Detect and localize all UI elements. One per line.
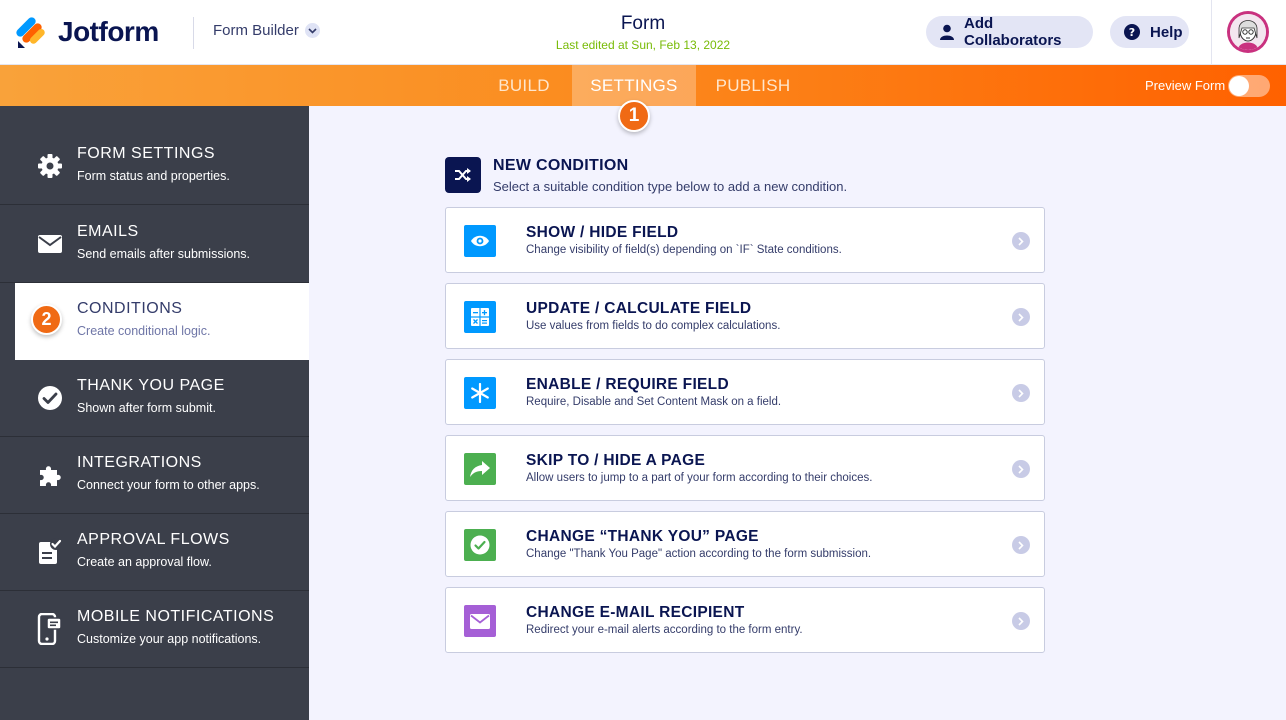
card-title: SKIP TO / HIDE A PAGE <box>526 452 706 469</box>
form-title[interactable]: Form <box>543 13 743 35</box>
asterisk-icon <box>464 377 496 409</box>
share-arrow-icon <box>464 453 496 485</box>
condition-card-enable-require-field[interactable]: ENABLE / REQUIRE FIELD Require, Disable … <box>445 359 1045 425</box>
shuffle-icon <box>445 157 481 193</box>
sidebar-item-subtitle: Customize your app notifications. <box>77 632 262 646</box>
chevron-right-icon <box>1012 384 1030 402</box>
card-subtitle: Change "Thank You Page" action according… <box>526 548 872 560</box>
puzzle-icon <box>36 461 64 489</box>
sidebar-item-title: MOBILE NOTIFICATIONS <box>77 608 275 625</box>
card-subtitle: Require, Disable and Set Content Mask on… <box>526 396 782 408</box>
form-builder-label: Form Builder <box>213 22 299 39</box>
sidebar-item-title: THANK YOU PAGE <box>77 377 225 394</box>
sidebar-item-approval-flows[interactable]: APPROVAL FLOWS Create an approval flow. <box>0 514 309 591</box>
card-title: UPDATE / CALCULATE FIELD <box>526 300 752 317</box>
header-divider <box>193 17 194 49</box>
sidebar-item-subtitle: Connect your form to other apps. <box>77 478 260 492</box>
add-collaborators-label: Add Collaborators <box>964 15 1062 49</box>
check-circle-icon <box>464 529 496 561</box>
sidebar-item-form-settings[interactable]: FORM SETTINGS Form status and properties… <box>0 128 309 205</box>
condition-card-skip-to-hide-page[interactable]: SKIP TO / HIDE A PAGE Allow users to jum… <box>445 435 1045 501</box>
svg-text:?: ? <box>1129 26 1135 39</box>
jotform-logo[interactable]: Jotform <box>16 16 159 48</box>
settings-sidebar: FORM SETTINGS Form status and properties… <box>0 106 309 720</box>
chevron-right-icon <box>1012 460 1030 478</box>
top-bar: Jotform Form Builder Form Last edited at… <box>0 0 1286 65</box>
chevron-down-icon <box>304 23 320 38</box>
avatar-image <box>1230 14 1266 50</box>
card-title: CHANGE E-MAIL RECIPIENT <box>526 604 745 621</box>
sidebar-item-title: EMAILS <box>77 223 139 240</box>
sidebar-item-title: FORM SETTINGS <box>77 145 216 162</box>
last-edited-text: Last edited at Sun, Feb 13, 2022 <box>555 38 731 52</box>
sidebar-item-thank-you-page[interactable]: THANK YOU PAGE Shown after form submit. <box>0 360 309 437</box>
step-badge-1: 1 <box>618 100 650 132</box>
tab-build[interactable]: BUILD <box>484 65 564 106</box>
card-subtitle: Redirect your e-mail alerts according to… <box>526 624 803 636</box>
chevron-right-icon <box>1012 612 1030 630</box>
form-builder-dropdown[interactable]: Form Builder <box>213 22 320 39</box>
check-circle-icon <box>36 384 64 412</box>
chevron-right-icon <box>1012 308 1030 326</box>
sidebar-item-title: APPROVAL FLOWS <box>77 531 230 548</box>
sidebar-item-title: CONDITIONS <box>77 300 183 317</box>
builder-nav-bar: BUILD SETTINGS PUBLISH Preview Form <box>0 65 1286 106</box>
toggle-knob <box>1229 76 1249 96</box>
sidebar-item-title: INTEGRATIONS <box>77 454 202 471</box>
sidebar-item-subtitle: Create an approval flow. <box>77 555 212 569</box>
step-badge-2: 2 <box>31 304 62 335</box>
card-subtitle: Change visibility of field(s) depending … <box>526 244 842 256</box>
sidebar-item-subtitle: Form status and properties. <box>77 169 230 183</box>
sidebar-item-subtitle: Shown after form submit. <box>77 401 216 415</box>
header-divider-right <box>1211 0 1212 65</box>
condition-card-change-email-recipient[interactable]: CHANGE E-MAIL RECIPIENT Redirect your e-… <box>445 587 1045 653</box>
card-title: SHOW / HIDE FIELD <box>526 224 679 241</box>
card-title: ENABLE / REQUIRE FIELD <box>526 376 729 393</box>
new-condition-subtitle: Select a suitable condition type below t… <box>493 179 848 194</box>
preview-form-label: Preview Form <box>1145 78 1226 93</box>
sidebar-item-subtitle: Create conditional logic. <box>77 324 211 338</box>
gear-icon <box>36 152 64 180</box>
calculator-icon <box>464 301 496 333</box>
condition-card-show-hide-field[interactable]: SHOW / HIDE FIELD Change visibility of f… <box>445 207 1045 273</box>
brand-name: Jotform <box>58 16 159 47</box>
card-subtitle: Use values from fields to do complex cal… <box>526 320 781 332</box>
chevron-right-icon <box>1012 232 1030 250</box>
help-button[interactable]: ? Help <box>1110 16 1189 48</box>
approval-icon <box>36 538 64 566</box>
sidebar-item-integrations[interactable]: INTEGRATIONS Connect your form to other … <box>0 437 309 514</box>
new-condition-title: NEW CONDITION <box>493 157 629 174</box>
user-icon <box>940 24 954 40</box>
question-icon: ? <box>1124 24 1140 40</box>
sidebar-item-subtitle: Send emails after submissions. <box>77 247 250 261</box>
tab-publish[interactable]: PUBLISH <box>706 65 800 106</box>
sidebar-item-conditions[interactable]: 2 CONDITIONS Create conditional logic. <box>15 283 309 360</box>
mobile-icon <box>36 613 64 645</box>
help-label: Help <box>1150 23 1183 41</box>
preview-form-toggle[interactable] <box>1228 75 1270 97</box>
envelope-icon <box>36 230 64 258</box>
sidebar-item-emails[interactable]: EMAILS Send emails after submissions. <box>0 206 309 283</box>
card-subtitle: Allow users to jump to a part of your fo… <box>526 472 873 484</box>
sidebar-item-mobile-notifications[interactable]: MOBILE NOTIFICATIONS Customize your app … <box>0 591 309 668</box>
condition-card-update-calculate-field[interactable]: UPDATE / CALCULATE FIELD Use values from… <box>445 283 1045 349</box>
card-title: CHANGE “THANK YOU” PAGE <box>526 528 759 545</box>
user-avatar[interactable] <box>1227 11 1269 53</box>
chevron-right-icon <box>1012 536 1030 554</box>
jotform-logo-icon <box>16 17 46 48</box>
add-collaborators-button[interactable]: Add Collaborators <box>926 15 1093 49</box>
eye-icon <box>464 225 496 257</box>
envelope-icon <box>464 605 496 637</box>
condition-card-change-thank-you-page[interactable]: CHANGE “THANK YOU” PAGE Change "Thank Yo… <box>445 511 1045 577</box>
